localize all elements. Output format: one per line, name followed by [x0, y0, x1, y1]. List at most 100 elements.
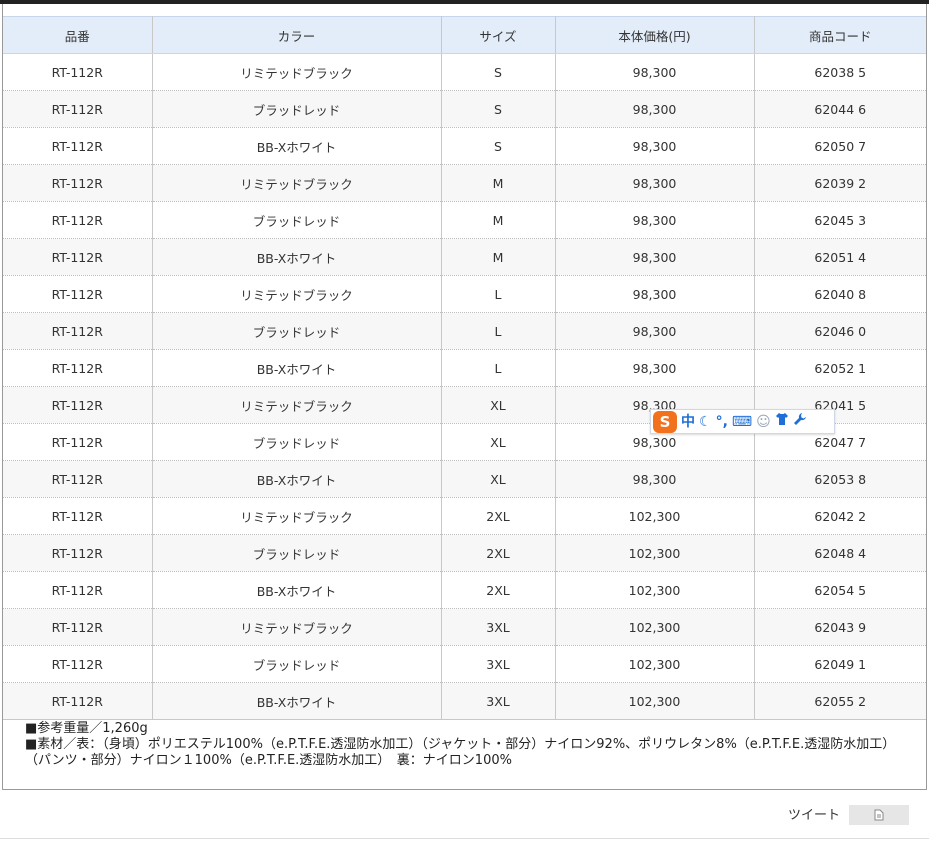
cell-color: BB-Xホワイト	[152, 682, 442, 720]
cell-price: 98,300	[555, 349, 755, 387]
cell-product-number: RT-112R	[3, 682, 153, 720]
table-row: RT-112R リミテッドブラック M 98,300 62039 2	[3, 164, 926, 202]
cell-color: BB-Xホワイト	[152, 127, 442, 165]
cell-product-number: RT-112R	[3, 238, 153, 276]
cell-product-code: 62039 2	[754, 164, 926, 202]
cell-product-number: RT-112R	[3, 423, 153, 461]
cell-product-number: RT-112R	[3, 90, 153, 128]
cell-price: 102,300	[555, 571, 755, 609]
table-row: RT-112R BB-Xホワイト M 98,300 62051 4	[3, 238, 926, 276]
table-row: RT-112R ブラッドレッド 2XL 102,300 62048 4	[3, 534, 926, 572]
header-size: サイズ	[441, 16, 556, 54]
cell-product-number: RT-112R	[3, 608, 153, 646]
moon-icon[interactable]: ☾	[699, 412, 712, 432]
cell-color: BB-Xホワイト	[152, 349, 442, 387]
cell-size: M	[441, 201, 556, 239]
cell-product-number: RT-112R	[3, 497, 153, 535]
cell-product-code: 62048 4	[754, 534, 926, 572]
cell-product-number: RT-112R	[3, 571, 153, 609]
material-note: ■素材／表：（身頃）ポリエステル100%（e.P.T.F.E.透湿防水加工）（ジ…	[25, 737, 896, 768]
cell-color: ブラッドレッド	[152, 423, 442, 461]
cell-product-code: 62049 1	[754, 645, 926, 683]
share-button[interactable]	[849, 805, 909, 825]
cell-color: リミテッドブラック	[152, 275, 442, 313]
cell-size: L	[441, 349, 556, 387]
cell-size: S	[441, 90, 556, 128]
cell-color: リミテッドブラック	[152, 164, 442, 202]
cell-price: 98,300	[555, 90, 755, 128]
cell-color: BB-Xホワイト	[152, 238, 442, 276]
cell-product-number: RT-112R	[3, 386, 153, 424]
header-color: カラー	[152, 16, 442, 54]
cell-size: XL	[441, 460, 556, 498]
shirt-icon[interactable]	[775, 412, 789, 432]
cell-price: 98,300	[555, 127, 755, 165]
cell-color: ブラッドレッド	[152, 645, 442, 683]
ime-toolbar[interactable]: S 中 ☾ °, ⌨ ☺	[650, 409, 835, 434]
table-row: RT-112R BB-Xホワイト XL 98,300 62053 8	[3, 460, 926, 498]
cell-product-code: 62050 7	[754, 127, 926, 165]
ime-logo-icon[interactable]: S	[653, 410, 677, 433]
punctuation-icon[interactable]: °,	[716, 412, 728, 432]
cell-size: M	[441, 164, 556, 202]
cell-size: 2XL	[441, 571, 556, 609]
keyboard-icon[interactable]: ⌨	[732, 412, 752, 432]
cell-color: ブラッドレッド	[152, 312, 442, 350]
cell-color: リミテッドブラック	[152, 53, 442, 91]
cell-color: リミテッドブラック	[152, 497, 442, 535]
cell-color: BB-Xホワイト	[152, 460, 442, 498]
table-row: RT-112R ブラッドレッド S 98,300 62044 6	[3, 90, 926, 128]
ime-mode-toggle[interactable]: 中	[681, 412, 695, 432]
cell-color: ブラッドレッド	[152, 90, 442, 128]
table-row: RT-112R ブラッドレッド M 98,300 62045 3	[3, 201, 926, 239]
cell-size: M	[441, 238, 556, 276]
table-header-row: 品番 カラー サイズ 本体価格(円) 商品コード	[3, 16, 926, 54]
user-icon[interactable]: ☺	[756, 412, 771, 432]
table-body: RT-112R リミテッドブラック S 98,300 62038 5 RT-112R ブラッ…	[3, 53, 926, 720]
cell-price: 102,300	[555, 682, 755, 720]
document-icon	[874, 809, 884, 821]
cell-product-number: RT-112R	[3, 201, 153, 239]
cell-product-code: 62042 2	[754, 497, 926, 535]
cell-price: 98,300	[555, 238, 755, 276]
cell-price: 98,300	[555, 53, 755, 91]
cell-size: 3XL	[441, 608, 556, 646]
cell-size: 2XL	[441, 534, 556, 572]
wrench-icon[interactable]	[793, 412, 807, 432]
table-row: RT-112R BB-Xホワイト L 98,300 62052 1	[3, 349, 926, 387]
cell-product-code: 62045 3	[754, 201, 926, 239]
cell-color: ブラッドレッド	[152, 534, 442, 572]
cell-size: 3XL	[441, 645, 556, 683]
product-notes: ■参考重量／1,260g ■素材／表：（身頃）ポリエステル100%（e.P.T.…	[25, 721, 905, 769]
cell-size: L	[441, 312, 556, 350]
cell-product-number: RT-112R	[3, 164, 153, 202]
cell-product-code: 62052 1	[754, 349, 926, 387]
cell-product-code: 62043 9	[754, 608, 926, 646]
cell-price: 102,300	[555, 645, 755, 683]
tweet-link[interactable]: ツイート	[788, 804, 840, 823]
table-row: RT-112R BB-Xホワイト 2XL 102,300 62054 5	[3, 571, 926, 609]
cell-product-number: RT-112R	[3, 275, 153, 313]
cell-size: 3XL	[441, 682, 556, 720]
cell-size: S	[441, 127, 556, 165]
table-row: RT-112R ブラッドレッド 3XL 102,300 62049 1	[3, 645, 926, 683]
cell-size: XL	[441, 386, 556, 424]
cell-price: 98,300	[555, 460, 755, 498]
table-row: RT-112R リミテッドブラック 3XL 102,300 62043 9	[3, 608, 926, 646]
cell-product-code: 62038 5	[754, 53, 926, 91]
cell-product-number: RT-112R	[3, 645, 153, 683]
header-price: 本体価格(円)	[555, 16, 755, 54]
bottom-divider	[0, 838, 929, 839]
cell-price: 98,300	[555, 164, 755, 202]
cell-product-code: 62040 8	[754, 275, 926, 313]
cell-color: リミテッドブラック	[152, 386, 442, 424]
cell-product-number: RT-112R	[3, 53, 153, 91]
cell-price: 102,300	[555, 534, 755, 572]
table-row: RT-112R BB-Xホワイト S 98,300 62050 7	[3, 127, 926, 165]
cell-price: 98,300	[555, 201, 755, 239]
cell-size: S	[441, 53, 556, 91]
cell-price: 102,300	[555, 497, 755, 535]
product-spec-table: 品番 カラー サイズ 本体価格(円) 商品コード RT-112R リミテッドブラッ…	[3, 16, 926, 720]
cell-color: BB-Xホワイト	[152, 571, 442, 609]
table-row: RT-112R リミテッドブラック 2XL 102,300 62042 2	[3, 497, 926, 535]
